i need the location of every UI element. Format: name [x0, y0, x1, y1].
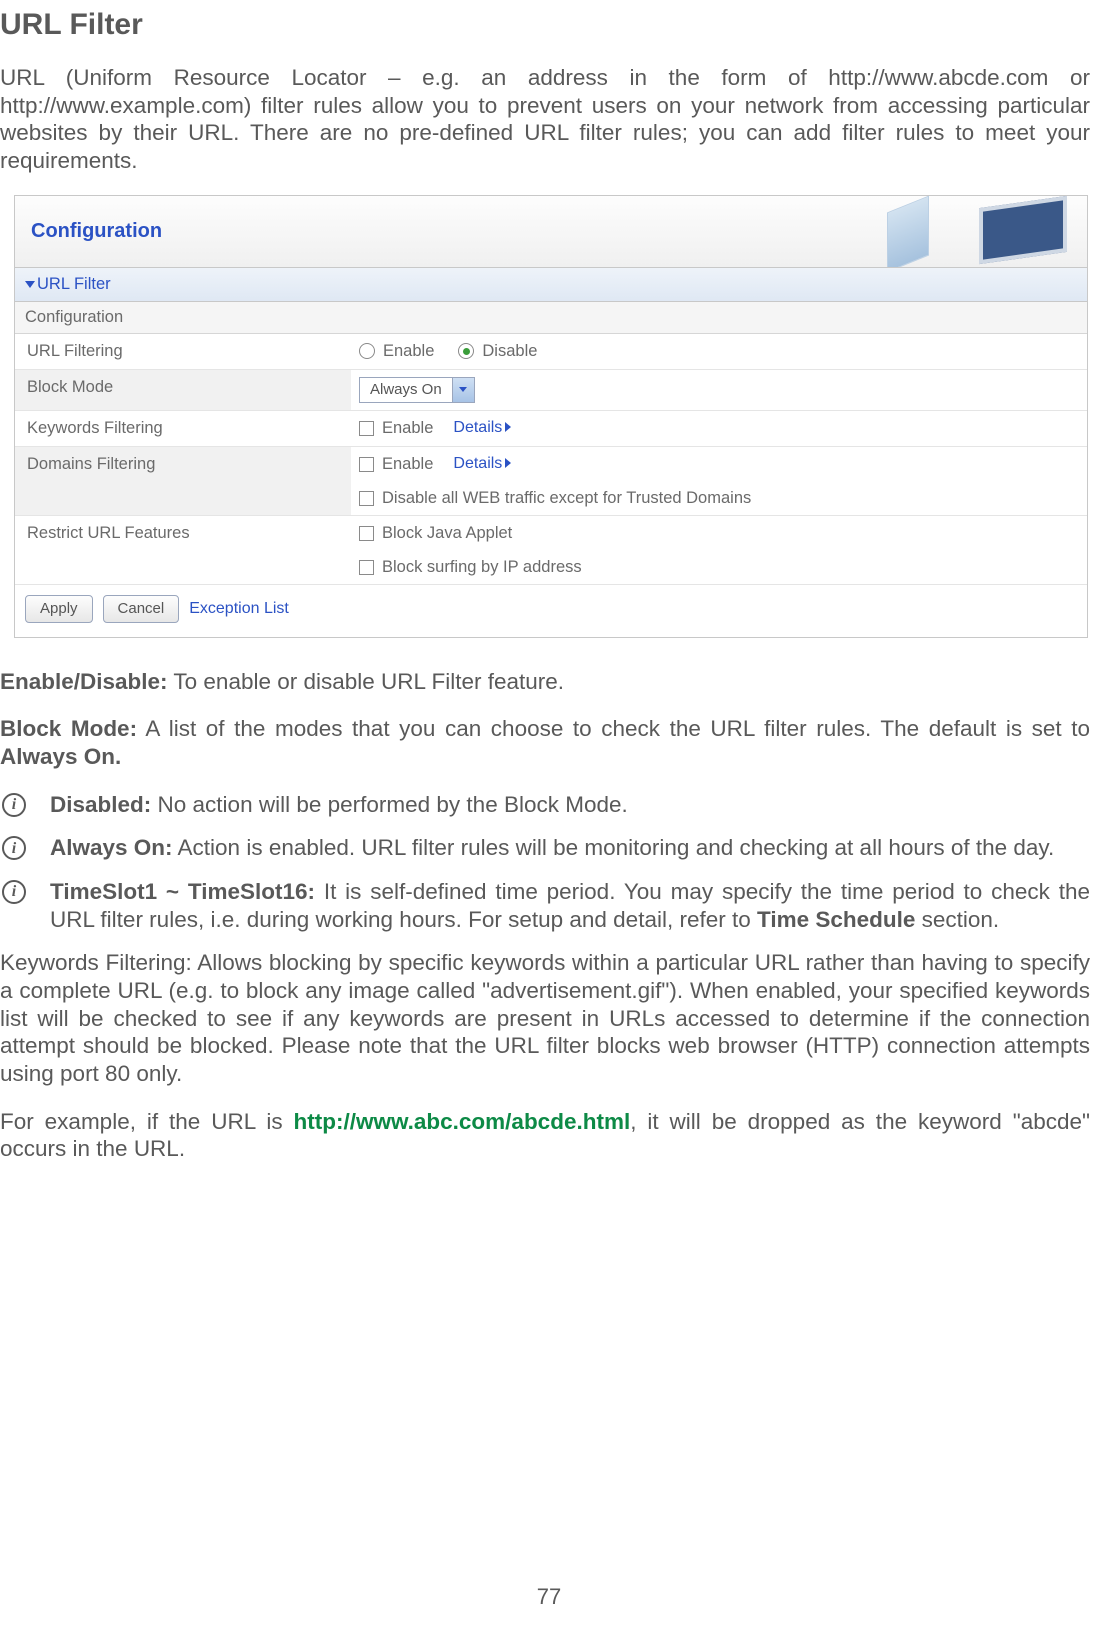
block-mode-para: Block Mode: A list of the modes that you…	[0, 715, 1090, 770]
page-number: 77	[0, 1584, 1098, 1610]
triangle-right-icon	[505, 422, 511, 432]
radio-enable-label: Enable	[383, 342, 434, 361]
sub-header: Configuration	[15, 302, 1087, 334]
triangle-right-icon	[505, 458, 511, 468]
cancel-button[interactable]: Cancel	[103, 595, 180, 623]
apply-button[interactable]: Apply	[25, 595, 93, 623]
block-mode-select[interactable]: Always On	[359, 377, 475, 403]
radio-disable-label: Disable	[482, 342, 537, 361]
config-panel: Configuration URL Filter Configuration U…	[14, 195, 1088, 638]
checkbox-java-label: Block Java Applet	[382, 524, 512, 543]
configuration-label: Configuration	[31, 220, 162, 243]
checkbox-disable-web-label: Disable all WEB traffic except for Trust…	[382, 489, 751, 508]
row-url-filtering: URL Filtering Enable Disable	[15, 334, 1087, 370]
label-domains: Domains Filtering	[15, 447, 351, 482]
row-domains-extra: Disable all WEB traffic except for Trust…	[15, 482, 1087, 516]
page-title: URL Filter	[0, 8, 1090, 42]
checkbox-ip-label: Block surfing by IP address	[382, 558, 582, 577]
row-domains: Domains Filtering Enable Details	[15, 447, 1087, 482]
row-restrict-extra: Block surfing by IP address	[15, 551, 1087, 585]
label-restrict: Restrict URL Features	[15, 516, 351, 551]
checkbox-java[interactable]	[359, 526, 374, 541]
label-block-mode: Block Mode	[15, 370, 351, 410]
chevron-down-icon	[452, 378, 474, 402]
checkbox-domains-label: Enable	[382, 455, 433, 474]
section-title: URL Filter	[37, 275, 111, 293]
checkbox-keywords-enable[interactable]	[359, 421, 374, 436]
info-icon: i	[2, 793, 26, 817]
enable-disable-para: Enable/Disable: To enable or disable URL…	[0, 668, 1090, 696]
monitor-icon	[963, 198, 1073, 264]
section-header[interactable]: URL Filter	[15, 268, 1087, 302]
computer-tower-icon	[887, 198, 937, 264]
checkbox-keywords-label: Enable	[382, 419, 433, 438]
block-mode-value: Always On	[360, 381, 452, 398]
keywords-details-link[interactable]: Details	[453, 419, 511, 437]
info-icon: i	[2, 836, 26, 860]
collapse-icon	[25, 281, 35, 288]
example-para: For example, if the URL is http://www.ab…	[0, 1108, 1090, 1163]
row-keywords: Keywords Filtering Enable Details	[15, 411, 1087, 447]
checkbox-ip[interactable]	[359, 560, 374, 575]
bullet-timeslot: i TimeSlot1 ~ TimeSlot16: It is self-def…	[0, 878, 1090, 933]
checkbox-domains-enable[interactable]	[359, 457, 374, 472]
bullet-disabled: i Disabled: No action will be performed …	[0, 791, 1090, 819]
radio-disable[interactable]	[458, 343, 474, 359]
intro-paragraph: URL (Uniform Resource Locator – e.g. an …	[0, 64, 1090, 175]
keywords-para: Keywords Filtering: Allows blocking by s…	[0, 949, 1090, 1087]
checkbox-disable-web[interactable]	[359, 491, 374, 506]
exception-list-link[interactable]: Exception List	[189, 600, 289, 618]
radio-enable[interactable]	[359, 343, 375, 359]
domains-details-link[interactable]: Details	[453, 455, 511, 473]
row-restrict: Restrict URL Features Block Java Applet	[15, 516, 1087, 551]
info-icon: i	[2, 880, 26, 904]
button-row: Apply Cancel Exception List	[15, 585, 1087, 637]
row-block-mode: Block Mode Always On	[15, 370, 1087, 411]
panel-header: Configuration	[15, 196, 1087, 268]
label-keywords: Keywords Filtering	[15, 411, 351, 446]
bullet-always-on: i Always On: Action is enabled. URL filt…	[0, 834, 1090, 862]
label-url-filtering: URL Filtering	[15, 334, 351, 369]
